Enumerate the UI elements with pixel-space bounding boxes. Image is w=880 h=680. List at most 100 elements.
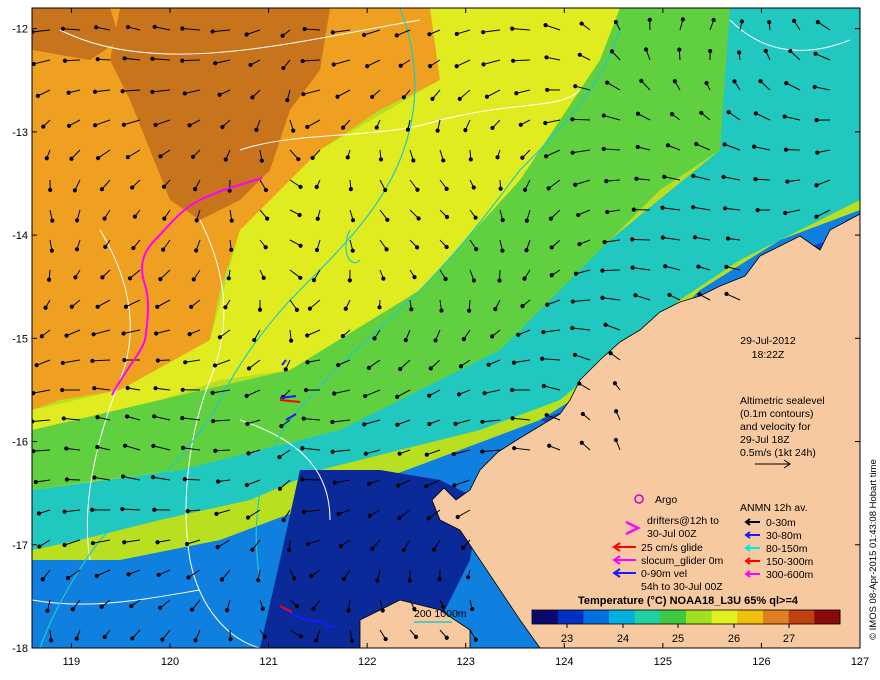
velocity-arrow-head [246,451,251,456]
velocity-arrow-head [443,276,448,282]
velocity-arrow-head [162,216,167,221]
velocity-arrow-head [66,123,72,128]
velocity-arrow-head [73,275,78,280]
velocity-arrow-head [252,337,257,343]
velocity-arrow-head [336,362,341,368]
velocity-arrow-head [439,308,444,313]
velocity-arrow-head [444,244,449,250]
velocity-arrow-head [441,158,446,163]
velocity-arrow-head [370,546,375,551]
velocity-arrow-head [753,177,758,182]
velocity-arrow-head [580,411,585,417]
velocity-arrow-head [39,334,44,339]
velocity-arrow-head [277,486,283,491]
velocity-arrow-head [577,381,582,386]
velocity-arrow-head [372,336,377,341]
velocity-arrow-head [474,247,479,252]
velocity-arrow-head [244,32,249,37]
velocity-arrow-head [814,118,819,123]
velocity-arrow-head [383,636,388,642]
velocity-arrow-head [122,56,127,61]
velocity-arrow-head [335,94,340,99]
velocity-arrow-head [314,184,319,190]
velocity-arrow-head [257,307,263,312]
velocity-arrow-head [724,264,729,269]
credit-text: © IMOS 08-Apr-2015 01:43:08 Hobart time [868,459,879,640]
velocity-arrow-head [161,184,167,189]
velocity-arrow-head [604,178,609,184]
velocity-arrow-head [122,357,127,363]
velocity-arrow-head [398,63,403,68]
velocity-arrow-head [490,125,495,131]
velocity-arrow-head [156,572,161,578]
velocity-arrow-head [298,634,304,639]
velocity-arrow-head [444,214,450,220]
velocity-arrow-head [223,305,228,310]
velocity-arrow-head [347,278,352,283]
colorbar-tick-label: 26 [728,633,740,645]
velocity-arrow-head [362,393,368,399]
velocity-arrow-head [289,338,294,343]
velocity-arrow-head [401,548,406,553]
velocity-arrow-head [543,23,548,28]
velocity-arrow-head [245,515,251,520]
lon-tick-label: 122 [358,656,376,668]
velocity-arrow-head [783,147,789,152]
velocity-arrow-head [451,451,456,457]
velocity-arrow-head [126,572,131,577]
velocity-arrow-head [291,128,296,133]
velocity-arrow-head [153,386,158,391]
svg-text:0-90m vel: 0-90m vel [641,568,687,580]
velocity-arrow-head [279,424,284,429]
date-label: 29-Jul-2012 [740,335,796,347]
velocity-arrow-head [341,576,346,582]
velocity-arrow-head [430,96,435,101]
velocity-arrow-head [294,307,300,312]
velocity-arrow-head [545,302,550,307]
velocity-arrow-head [152,507,157,512]
velocity-arrow-head [365,64,370,69]
velocity-arrow-head [631,207,636,212]
velocity-arrow-head [605,80,610,85]
velocity-arrow-head [480,449,485,454]
velocity-arrow-head [311,278,317,283]
velocity-arrow-head [160,637,165,642]
velocity-arrow-head [187,332,192,337]
velocity-arrow-head [303,388,309,393]
velocity-arrow-head [378,157,384,162]
velocity-arrow-head [120,506,125,512]
velocity-arrow-head [452,483,457,488]
velocity-arrow-head [691,173,696,179]
velocity-arrow-head [516,332,521,337]
velocity-arrow-head [784,81,789,86]
velocity-arrow-head [62,58,68,63]
velocity-arrow-head [412,275,417,280]
velocity-arrow-head [694,141,699,147]
anmn-item-label: 80-150m [766,543,808,555]
velocity-arrow-head [692,235,698,240]
velocity-arrow-head [577,52,582,57]
colorbar-cell [711,610,738,624]
velocity-arrow-head [125,24,131,30]
velocity-arrow-head [427,32,432,37]
velocity-arrow-head [767,20,772,25]
velocity-arrow-head [395,394,400,399]
velocity-arrow-head [455,514,460,520]
velocity-arrow-head [260,606,266,611]
velocity-arrow-head [122,443,128,448]
velocity-arrow-head [41,124,46,129]
velocity-arrow-head [74,247,80,252]
velocity-arrow-head [302,26,307,32]
velocity-arrow-head [514,91,519,96]
velocity-arrow-head [46,277,52,282]
velocity-arrow-head [484,94,490,99]
velocity-arrow-head [305,333,310,338]
velocity-arrow-head [466,575,471,580]
velocity-arrow-head [294,604,300,609]
velocity-arrow-head [64,477,70,482]
velocity-arrow-head [680,17,686,22]
colorbar-cell [609,610,636,624]
velocity-arrow-head [127,276,133,281]
lon-tick-label: 121 [259,656,277,668]
velocity-arrow-head [791,18,797,24]
